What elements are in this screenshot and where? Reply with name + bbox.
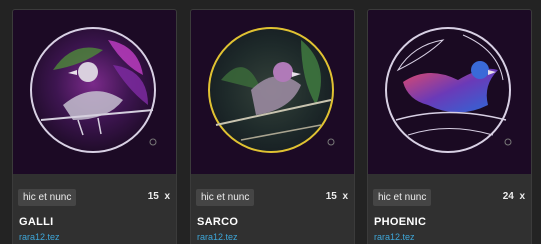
card-info: hic et nunc 15 x GALLI rara12.tez [13, 174, 176, 244]
edition-count: 15 x [325, 191, 348, 202]
card-info: hic et nunc 15 x SARCO rara12.tez [191, 174, 354, 244]
creator-link[interactable]: rara12.tez [19, 232, 60, 242]
platform-tag[interactable]: hic et nunc [18, 189, 77, 206]
platform-tag[interactable]: hic et nunc [373, 189, 432, 206]
artwork-image[interactable] [13, 10, 176, 174]
edition-count: 24 x [502, 191, 525, 202]
nft-card-phoenic[interactable]: hic et nunc 24 x PHOENIC rara12.tez [367, 9, 532, 244]
artwork-image[interactable] [191, 10, 354, 174]
creator-link[interactable]: rara12.tez [374, 232, 415, 242]
nft-card-sarco[interactable]: hic et nunc 15 x SARCO rara12.tez [190, 9, 355, 244]
artwork-title[interactable]: PHOENIC [374, 216, 426, 228]
edition-count: 15 x [147, 191, 170, 202]
platform-tag[interactable]: hic et nunc [196, 189, 255, 206]
nft-grid: hic et nunc 15 x GALLI rara12.tez hic et… [0, 0, 541, 244]
card-info: hic et nunc 24 x PHOENIC rara12.tez [368, 174, 531, 244]
creator-link[interactable]: rara12.tez [197, 232, 238, 242]
artwork-title[interactable]: SARCO [197, 216, 238, 228]
nft-card-galli[interactable]: hic et nunc 15 x GALLI rara12.tez [12, 9, 177, 244]
artwork-title[interactable]: GALLI [19, 216, 54, 228]
artwork-image[interactable] [368, 10, 531, 174]
